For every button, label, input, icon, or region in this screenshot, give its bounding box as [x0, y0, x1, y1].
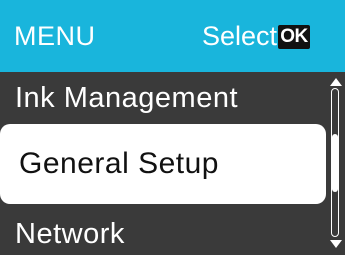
menu-header: MENU Select OK — [0, 0, 345, 72]
scroll-track[interactable] — [331, 88, 339, 237]
scroll-up-icon — [330, 78, 342, 86]
ok-button-icon: OK — [278, 25, 310, 49]
menu-item-network[interactable]: Network — [0, 204, 326, 255]
select-hint-label: Select — [201, 21, 277, 51]
scroll-thumb[interactable] — [332, 134, 338, 192]
menu-item-general-setup[interactable]: General Setup — [0, 124, 326, 204]
scroll-down-icon — [330, 240, 342, 248]
menu-item-ink-management[interactable]: Ink Management — [0, 72, 326, 124]
menu-title: MENU — [14, 21, 96, 51]
menu-scrollbar[interactable] — [326, 72, 345, 255]
lcd-screen: MENU Select OK Ink Management General Se… — [0, 0, 345, 255]
